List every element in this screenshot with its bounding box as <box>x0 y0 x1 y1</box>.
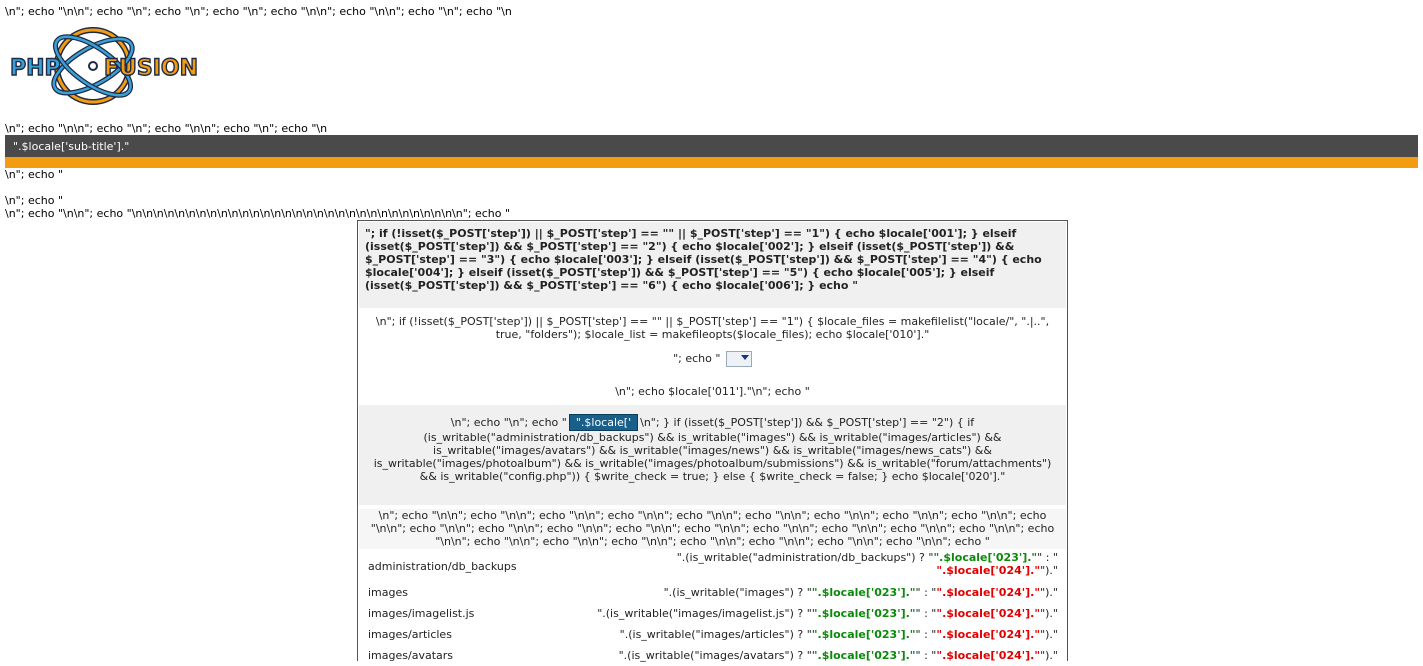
php-fusion-logo[interactable]: PHP FUSION <box>8 26 228 108</box>
dir-name: images <box>368 586 408 599</box>
logo-text-left: PHP <box>10 56 61 81</box>
dir-status: ".(is_writable("images/imagelist.js") ? … <box>597 607 1058 620</box>
subtitle-text: ".$locale['sub-title']." <box>13 140 130 153</box>
echo-line-2: \n"; echo "\n\n"; echo "\n"; echo "\n\n"… <box>5 122 328 135</box>
locale-select-row: "; echo " <box>359 351 1066 375</box>
subtitle-bar: ".$locale['sub-title']." <box>5 135 1418 157</box>
logo-text-right: FUSION <box>104 56 198 81</box>
dir-name: images/articles <box>368 628 452 641</box>
select-prefix: "; echo " <box>673 352 721 365</box>
next-step-button[interactable]: ".$locale[' <box>568 414 639 431</box>
dir-status: ".(is_writable("images") ? "".$locale['0… <box>663 586 1058 599</box>
setup-panel: "; if (!isset($_POST['step']) || $_POST[… <box>357 220 1068 666</box>
dir-status: ".(is_writable("images/avatars") ? "".$l… <box>618 649 1058 662</box>
accent-divider <box>5 157 1418 168</box>
chevron-down-icon <box>740 355 749 360</box>
dir-row-avatars: images/avatars ".(is_writable("images/av… <box>359 645 1066 666</box>
dir-row-imagelist: images/imagelist.js ".(is_writable("imag… <box>359 603 1066 624</box>
dir-name: images/imagelist.js <box>368 607 475 620</box>
dir-row-articles: images/articles ".(is_writable("images/a… <box>359 624 1066 645</box>
dir-status: ".(is_writable("images/articles") ? "".$… <box>619 628 1058 641</box>
dir-row-images: images ".(is_writable("images") ? "".$lo… <box>359 582 1066 603</box>
echo-line-3: \n"; echo " <box>5 168 64 181</box>
locale-files-text: \n"; if (!isset($_POST['step']) || $_POS… <box>375 315 1050 341</box>
echo-line-4: \n"; echo " <box>5 194 64 207</box>
echo-long-row: \n"; echo "\n\n"; echo "\n\n"; echo "\n\… <box>359 509 1066 549</box>
write-prefix: \n"; echo "\n"; echo " <box>450 416 567 429</box>
echo-011-row: \n"; echo $locale['011']."\n"; echo " <box>615 385 810 398</box>
write-check-row: \n"; echo "\n"; echo " ".$locale[' \n"; } … <box>359 405 1066 505</box>
echo-long-text: \n"; echo "\n\n"; echo "\n\n"; echo "\n\… <box>370 509 1055 548</box>
locale-files-row: \n"; if (!isset($_POST['step']) || $_POS… <box>359 309 1066 357</box>
dir-name: administration/db_backups <box>368 560 517 573</box>
panel-title: "; if (!isset($_POST['step']) || $_POST[… <box>359 222 1066 308</box>
echo-line-5: \n"; echo "\n\n"; echo "\n\n\n\n\n\n\n\n… <box>5 207 511 220</box>
dir-name: images/avatars <box>368 649 453 662</box>
dir-row-db-backups: administration/db_backups ".(is_writable… <box>359 551 1066 577</box>
echo-line-1: \n"; echo "\n\n"; echo "\n"; echo "\n"; … <box>5 5 512 18</box>
dir-status: ".(is_writable("administration/db_backup… <box>676 551 1058 577</box>
locale-select[interactable] <box>725 351 752 367</box>
